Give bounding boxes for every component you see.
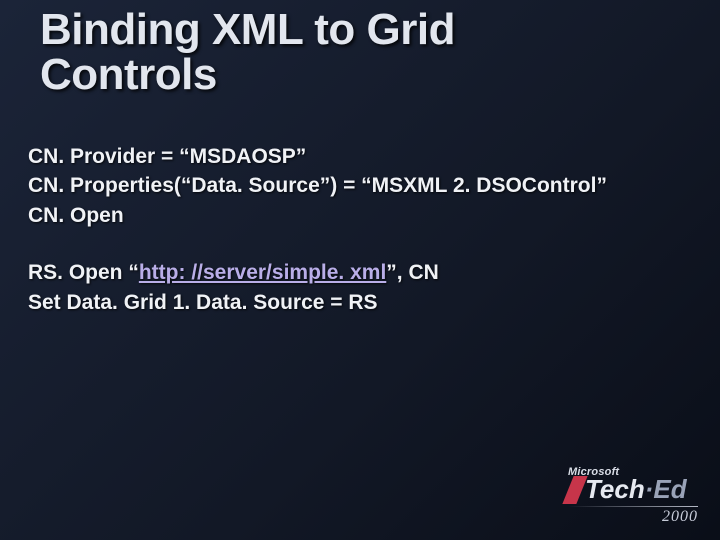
code-line: Set Data. Grid 1. Data. Source = RS: [28, 288, 692, 317]
code-line: CN. Properties(“Data. Source”) = “MSXML …: [28, 171, 692, 200]
title-line-2: Controls: [40, 50, 217, 99]
code-block-1: CN. Provider = “MSDAOSP” CN. Properties(…: [28, 142, 692, 230]
code-block-2: RS. Open “http: //server/simple. xml”, C…: [28, 258, 692, 317]
slide-title: Binding XML to Grid Controls: [40, 8, 455, 98]
slash-icon: [562, 476, 587, 504]
slide-body: CN. Provider = “MSDAOSP” CN. Properties(…: [28, 142, 692, 317]
teched-wordmark: Tech·Ed: [568, 476, 698, 504]
logo-ed: ·Ed: [645, 474, 687, 504]
logo-year: 2000: [568, 508, 698, 526]
text-run: RS. Open “: [28, 261, 139, 284]
logo-tech: Tech: [585, 474, 645, 504]
teched-logo: Microsoft Tech·Ed 2000: [568, 466, 698, 526]
code-line: CN. Open: [28, 201, 692, 230]
code-line: CN. Provider = “MSDAOSP”: [28, 142, 692, 171]
title-line-1: Binding XML to Grid: [40, 5, 455, 54]
url-text: http: //server/simple. xml: [139, 261, 386, 284]
code-line: RS. Open “http: //server/simple. xml”, C…: [28, 258, 692, 287]
slide: Binding XML to Grid Controls CN. Provide…: [0, 0, 720, 540]
text-run: ”, CN: [386, 261, 439, 284]
divider: [568, 506, 698, 507]
